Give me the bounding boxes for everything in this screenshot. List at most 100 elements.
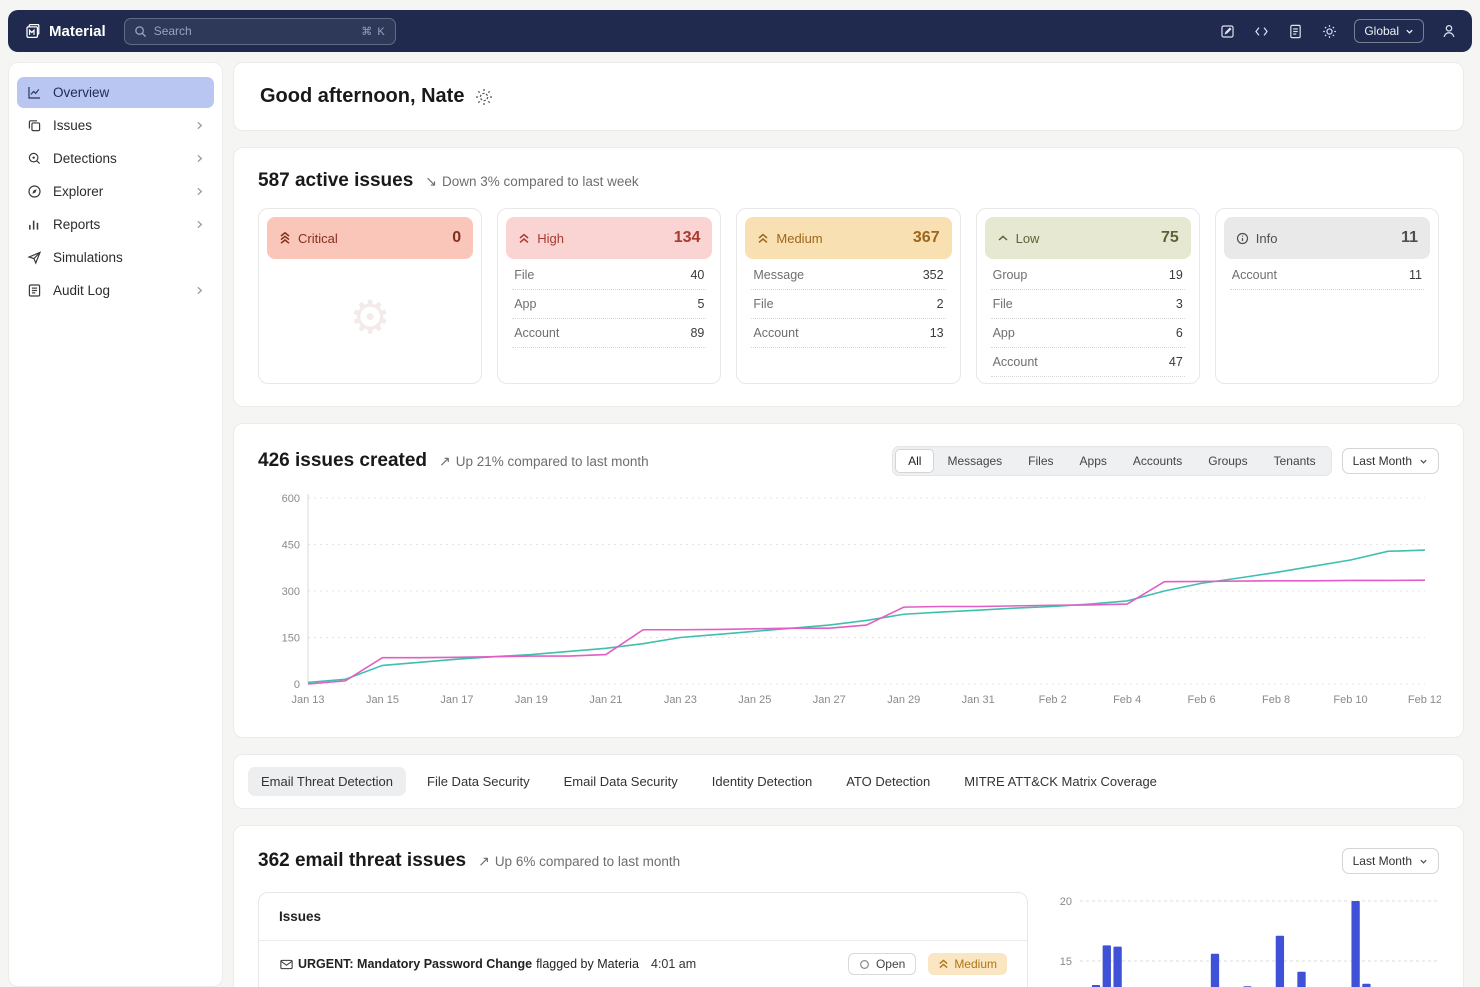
severity-card-info[interactable]: Info 11 Account11 xyxy=(1215,208,1439,384)
filter-tab-tenants[interactable]: Tenants xyxy=(1261,449,1329,473)
email-threat-card: 362 email threat issues ↗ Up 6% compared… xyxy=(233,825,1464,987)
filter-tab-apps[interactable]: Apps xyxy=(1067,449,1120,473)
email-threat-title: 362 email threat issues xyxy=(258,850,466,872)
filter-tab-accounts[interactable]: Accounts xyxy=(1120,449,1195,473)
issues-created-card: 426 issues created ↗ Up 21% compared to … xyxy=(233,423,1464,738)
sidebar-item-label: Issues xyxy=(53,118,92,133)
svg-text:Feb 6: Feb 6 xyxy=(1188,694,1216,706)
range-select-label: Last Month xyxy=(1353,854,1412,868)
sidebar-item-issues[interactable]: Issues xyxy=(17,110,214,141)
svg-text:150: 150 xyxy=(282,633,300,645)
chevron-down-icon xyxy=(1405,27,1414,36)
svg-text:0: 0 xyxy=(294,679,300,691)
issues-created-range-select[interactable]: Last Month xyxy=(1342,448,1439,474)
high-severity-icon xyxy=(518,232,530,245)
breakdown-row: File40 xyxy=(512,261,706,290)
filter-tab-all[interactable]: All xyxy=(895,449,934,473)
svg-text:15: 15 xyxy=(1060,956,1072,968)
breakdown-row: App6 xyxy=(991,319,1185,348)
sidebar-item-explorer[interactable]: Explorer xyxy=(17,176,214,207)
chevron-right-icon xyxy=(194,153,205,164)
email-threat-bar-chart: 101520 xyxy=(1044,892,1441,987)
severity-card-critical[interactable]: Critical 0 ⚙ xyxy=(258,208,482,384)
issues-icon xyxy=(26,117,43,134)
svg-text:Jan 25: Jan 25 xyxy=(738,694,771,706)
sidebar: Overview Issues Detections Explorer Repo… xyxy=(8,62,223,987)
breakdown-row: Group19 xyxy=(991,261,1185,290)
sidebar-item-detections[interactable]: Detections xyxy=(17,143,214,174)
tab-mitre-attack-matrix-coverage[interactable]: MITRE ATT&CK Matrix Coverage xyxy=(951,767,1170,796)
medium-severity-icon xyxy=(757,232,769,245)
sidebar-item-audit-log[interactable]: Audit Log xyxy=(17,275,214,306)
compose-icon[interactable] xyxy=(1218,22,1236,40)
sidebar-item-label: Overview xyxy=(53,85,109,100)
breakdown-row: App5 xyxy=(512,290,706,319)
severity-label: High xyxy=(537,231,564,246)
severity-label: Medium xyxy=(776,231,822,246)
severity-card-medium[interactable]: Medium 367 Message352 File2 Account13 xyxy=(736,208,960,384)
issue-time: 4:01 am xyxy=(651,957,836,971)
topbar: Material ⌘ K xyxy=(8,10,1472,52)
issues-created-trend: ↗ Up 21% compared to last month xyxy=(439,453,649,470)
breakdown-row: Account13 xyxy=(751,319,945,348)
issue-row[interactable]: URGENT: Mandatory Password Change flagge… xyxy=(259,941,1027,987)
sidebar-item-label: Simulations xyxy=(53,250,123,265)
issues-list-title: Issues xyxy=(259,893,1027,941)
filter-tab-files[interactable]: Files xyxy=(1015,449,1066,473)
profile-icon[interactable] xyxy=(1440,22,1458,40)
code-icon[interactable] xyxy=(1252,22,1270,40)
severity-header: Low 75 xyxy=(985,217,1191,259)
email-threat-range-select[interactable]: Last Month xyxy=(1342,848,1439,874)
active-issues-trend: ↘ Down 3% compared to last week xyxy=(425,173,638,190)
svg-text:450: 450 xyxy=(282,540,300,552)
global-select-label: Global xyxy=(1364,24,1399,38)
svg-text:300: 300 xyxy=(282,586,300,598)
settings-gear-icon[interactable] xyxy=(1320,22,1338,40)
brand-logo[interactable]: Material xyxy=(22,21,106,41)
sidebar-item-overview[interactable]: Overview xyxy=(17,77,214,108)
envelope-icon xyxy=(279,957,294,972)
sidebar-item-label: Audit Log xyxy=(53,283,110,298)
severity-count: 0 xyxy=(452,229,461,247)
chevron-right-icon xyxy=(194,120,205,131)
tab-email-threat-detection[interactable]: Email Threat Detection xyxy=(248,767,406,796)
sidebar-item-label: Explorer xyxy=(53,184,103,199)
audit-log-icon xyxy=(26,282,43,299)
severity-card-low[interactable]: Low 75 Group19 File3 App6 Account47 xyxy=(976,208,1200,384)
document-icon[interactable] xyxy=(1286,22,1304,40)
chevron-down-icon xyxy=(1419,857,1428,866)
low-severity-icon xyxy=(997,233,1009,243)
tab-email-data-security[interactable]: Email Data Security xyxy=(551,767,691,796)
sidebar-item-label: Detections xyxy=(53,151,117,166)
explorer-icon xyxy=(26,183,43,200)
svg-text:600: 600 xyxy=(282,493,300,505)
search-input[interactable] xyxy=(154,24,355,38)
trend-text: Up 21% compared to last month xyxy=(456,454,649,469)
sidebar-item-simulations[interactable]: Simulations xyxy=(17,242,214,273)
severity-badge: Medium xyxy=(928,953,1007,975)
sidebar-item-reports[interactable]: Reports xyxy=(17,209,214,240)
sidebar-item-label: Reports xyxy=(53,217,100,232)
severity-card-high[interactable]: High 134 File40 App5 Account89 xyxy=(497,208,721,384)
trend-up-arrow-icon: ↗ xyxy=(439,453,451,470)
severity-header: Critical 0 xyxy=(267,217,473,259)
issue-title: URGENT: Mandatory Password Change flagge… xyxy=(279,957,639,972)
issues-created-title: 426 issues created xyxy=(258,450,427,472)
chevron-right-icon xyxy=(194,285,205,296)
severity-label: Low xyxy=(1016,231,1040,246)
info-icon xyxy=(1236,232,1249,245)
trend-up-arrow-icon: ↗ xyxy=(478,853,490,870)
active-issues-title: 587 active issues xyxy=(258,170,413,192)
svg-text:Jan 17: Jan 17 xyxy=(440,694,473,706)
svg-text:20: 20 xyxy=(1060,896,1072,908)
filter-tab-groups[interactable]: Groups xyxy=(1195,449,1260,473)
global-select[interactable]: Global xyxy=(1354,19,1424,43)
filter-tab-messages[interactable]: Messages xyxy=(934,449,1015,473)
tab-ato-detection[interactable]: ATO Detection xyxy=(833,767,943,796)
tab-identity-detection[interactable]: Identity Detection xyxy=(699,767,825,796)
breakdown-row: Account11 xyxy=(1230,261,1424,290)
search-bar[interactable]: ⌘ K xyxy=(124,18,396,45)
tab-file-data-security[interactable]: File Data Security xyxy=(414,767,543,796)
chevron-down-icon xyxy=(1419,457,1428,466)
severity-count: 367 xyxy=(913,229,940,247)
